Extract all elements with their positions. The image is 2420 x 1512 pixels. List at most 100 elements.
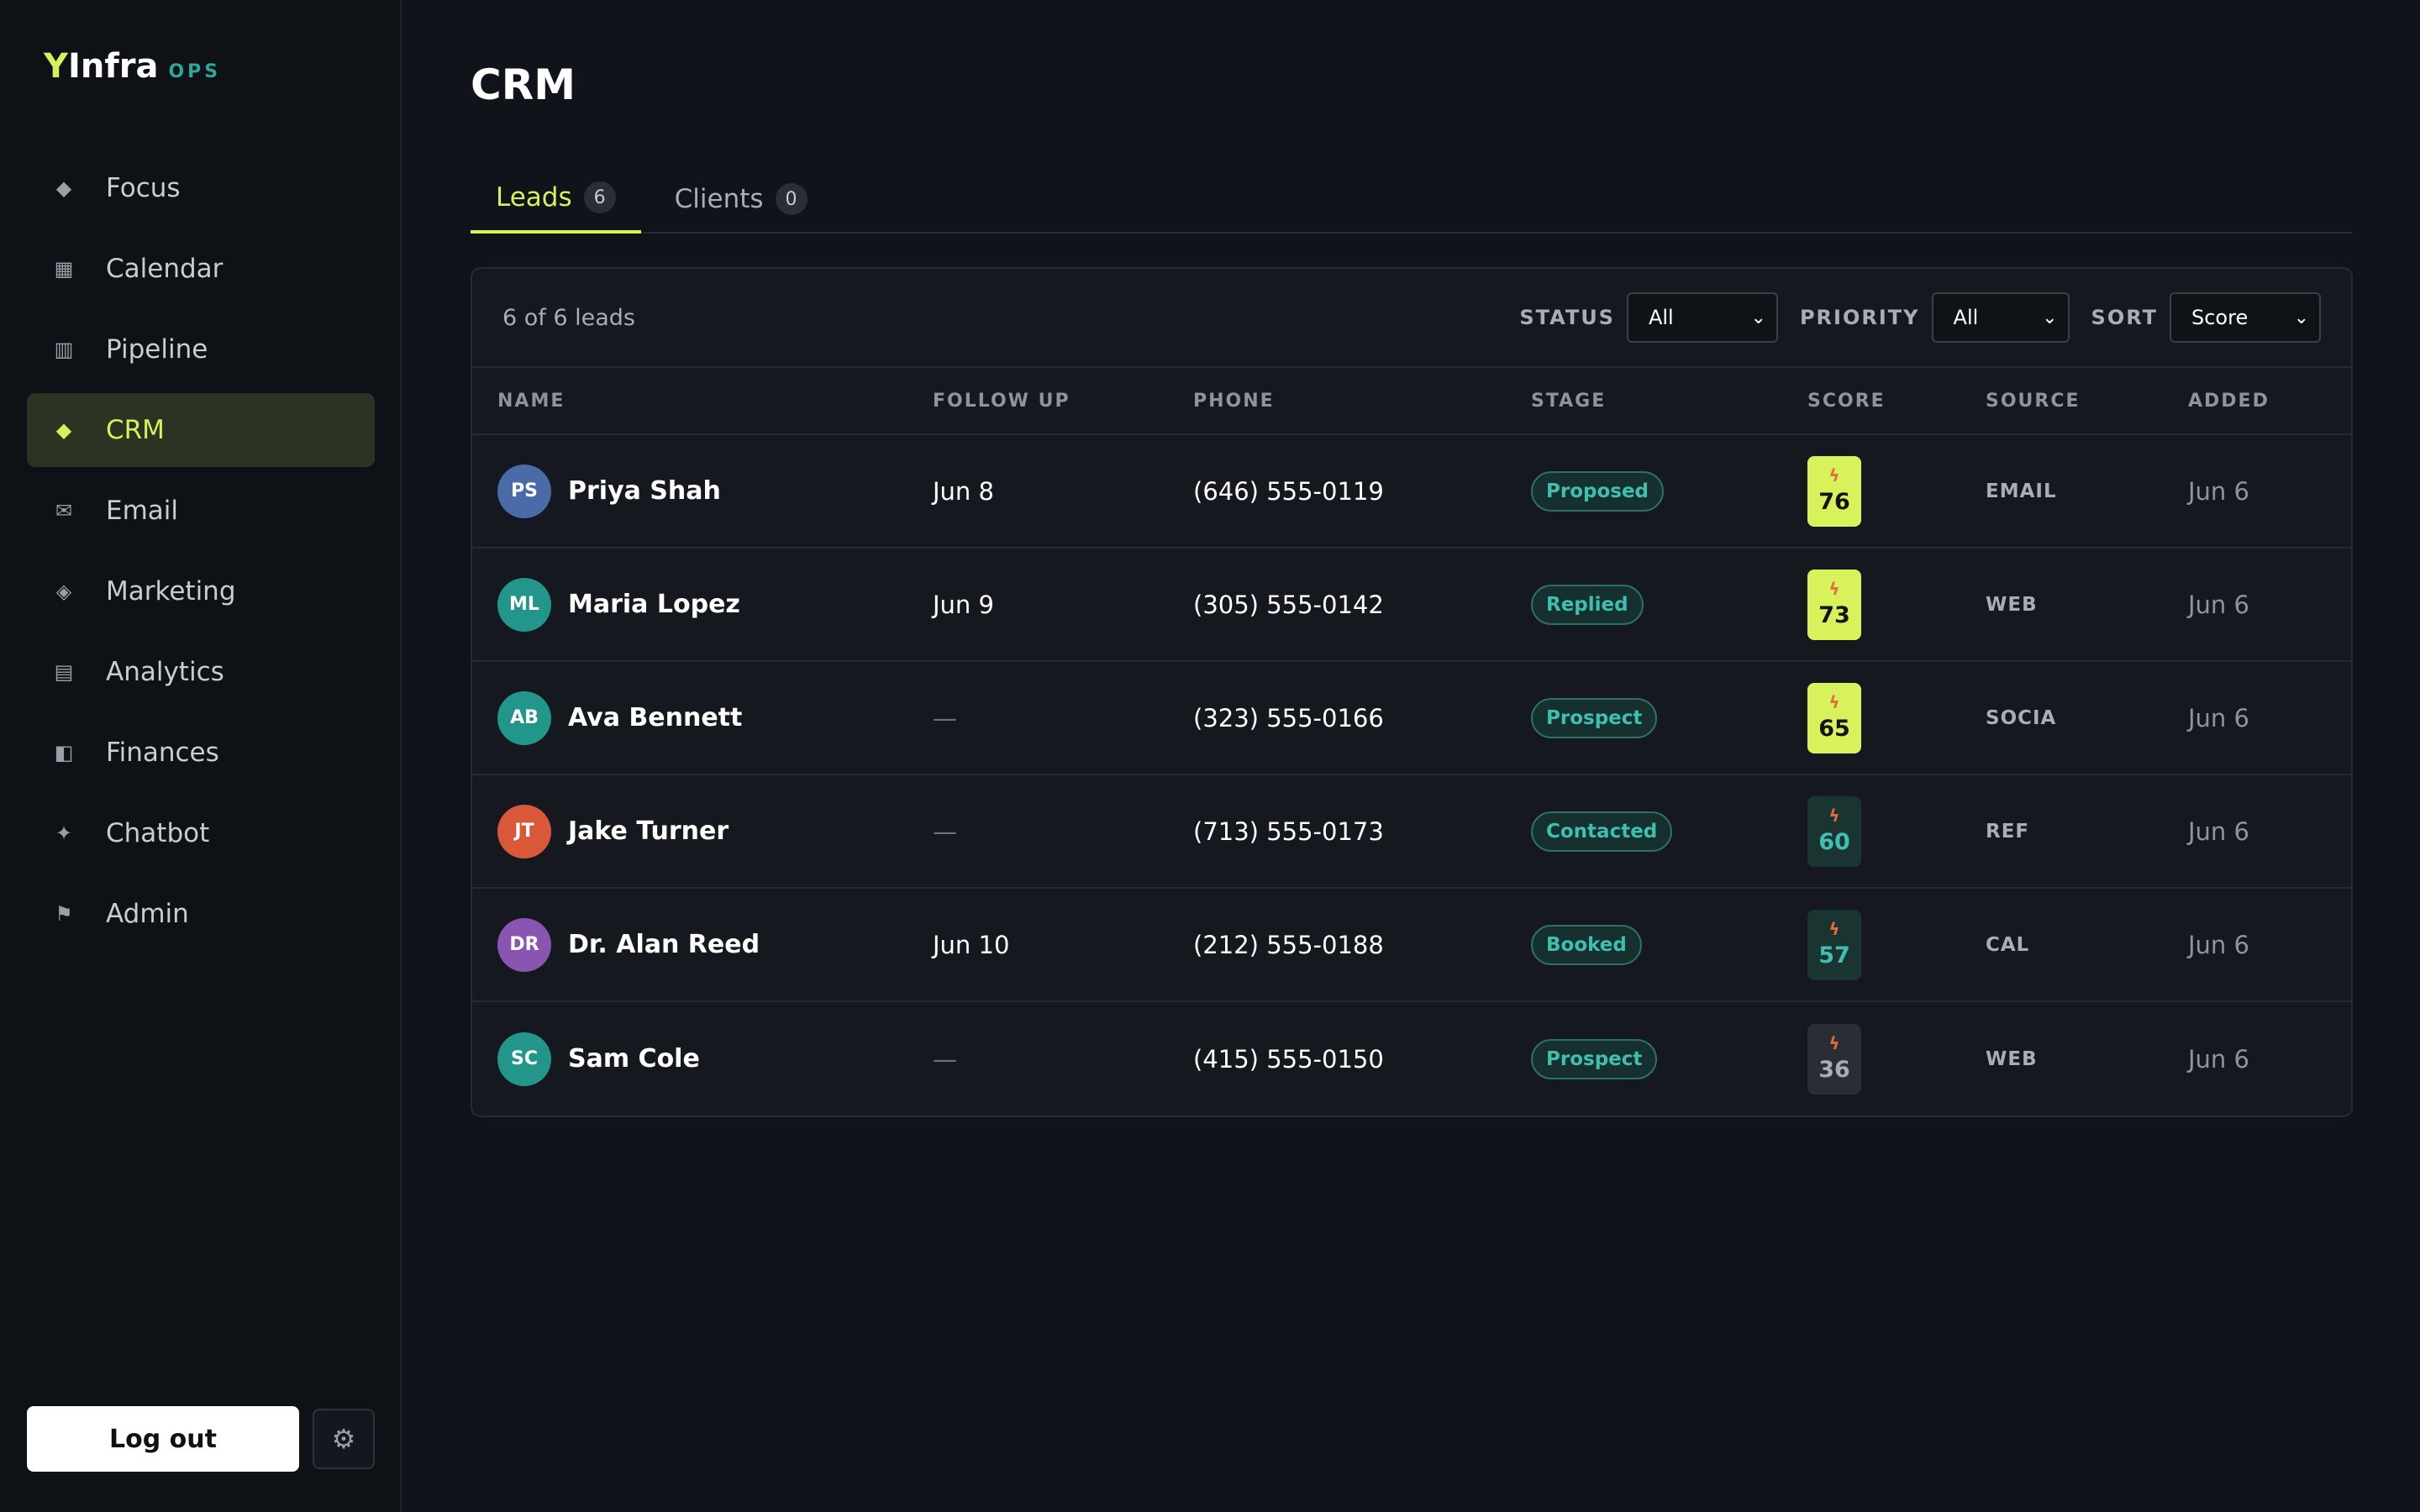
sidebar-item-label: Focus <box>106 173 181 203</box>
column-header-score[interactable]: SCORE <box>1807 391 1986 412</box>
stage-cell: Replied <box>1531 584 1807 625</box>
leads-table-body: PS Priya Shah Jun 8 (646) 555-0119 Proposed ϟ… <box>472 435 2351 1116</box>
bolt-icon: ϟ <box>1828 692 1840 712</box>
follow-up-date: Jun 10 <box>933 930 1010 959</box>
logo-mark: Y <box>44 47 68 86</box>
sidebar-item-finances[interactable]: ◧ Finances <box>27 716 375 790</box>
pipeline-icon: ▥ <box>54 338 74 361</box>
diamond-icon: ◆ <box>55 176 72 200</box>
sidebar-item-crm[interactable]: ◆ CRM <box>27 393 375 467</box>
table-row[interactable]: JT Jake Turner — (713) 555-0173 Contacted ϟ 60… <box>472 775 2351 889</box>
score-value: 36 <box>1818 1057 1850 1083</box>
sidebar-item-label: Admin <box>106 899 189 929</box>
lead-name[interactable]: Priya Shah <box>568 476 721 506</box>
sidebar-item-chatbot[interactable]: ✦ Chatbot <box>27 796 375 870</box>
logo-name: Infra <box>67 47 159 86</box>
phone-number: (212) 555-0188 <box>1193 930 1384 959</box>
sort-select-value: Score <box>2191 306 2249 329</box>
sidebar-item-pipeline[interactable]: ▥ Pipeline <box>27 312 375 386</box>
lead-name-cell: DR Dr. Alan Reed <box>497 917 933 972</box>
lead-name-cell: JT Jake Turner <box>497 804 933 858</box>
avatar: PS <box>497 464 551 518</box>
column-header-added[interactable]: ADDED <box>2188 391 2270 412</box>
gear-icon: ⚙ <box>331 1423 356 1455</box>
sidebar-item-admin[interactable]: ⚑ Admin <box>27 877 375 951</box>
lead-name[interactable]: Dr. Alan Reed <box>568 930 760 959</box>
table-row[interactable]: PS Priya Shah Jun 8 (646) 555-0119 Proposed ϟ… <box>472 435 2351 549</box>
stage-badge: Contacted <box>1531 811 1673 852</box>
table-row[interactable]: DR Dr. Alan Reed Jun 10 (212) 555-0188 Booke… <box>472 889 2351 1002</box>
score-cell: ϟ 36 <box>1807 1023 1986 1095</box>
table-row[interactable]: SC Sam Cole — (415) 555-0150 Prospect ϟ 36 WEB J… <box>472 1002 2351 1116</box>
column-header-stage[interactable]: STAGE <box>1531 391 1807 412</box>
stage-cell: Contacted <box>1531 811 1807 852</box>
sidebar-item-label: Calendar <box>106 254 224 284</box>
avatar: DR <box>497 917 551 972</box>
tab-leads-count: 6 <box>583 181 616 213</box>
marketing-icon: ◈ <box>55 580 72 603</box>
tab-leads-label: Leads <box>496 182 572 213</box>
bolt-icon: ϟ <box>1828 579 1840 599</box>
score-cell: ϟ 73 <box>1807 569 1986 640</box>
tab-clients-count: 0 <box>775 183 808 215</box>
sidebar-item-analytics[interactable]: ▤ Analytics <box>27 635 375 709</box>
stage-cell: Booked <box>1531 924 1807 965</box>
column-header-source[interactable]: SOURCE <box>1986 391 2188 412</box>
lead-name[interactable]: Sam Cole <box>568 1044 700 1074</box>
stage-badge: Booked <box>1531 924 1642 965</box>
crm-icon: ◆ <box>55 418 72 442</box>
score-badge: ϟ 60 <box>1807 795 1861 867</box>
chevron-down-icon: ⌄ <box>1750 307 1766 328</box>
score-cell: ϟ 60 <box>1807 795 1986 867</box>
chevron-down-icon: ⌄ <box>2042 307 2058 328</box>
sidebar-item-label: Finances <box>106 738 219 768</box>
score-badge: ϟ 65 <box>1807 682 1861 753</box>
date-added: Jun 6 <box>2188 816 2249 846</box>
date-added: Jun 6 <box>2188 703 2249 732</box>
sidebar: Y Infra OPS ◆ Focus ▦ Calendar ▥ Pipeline ◆ CRM… <box>0 0 402 1512</box>
bolt-icon: ϟ <box>1828 1033 1840 1053</box>
lead-source: WEB <box>1986 1047 2038 1070</box>
stage-badge: Proposed <box>1531 470 1665 512</box>
column-header-phone[interactable]: PHONE <box>1193 391 1531 412</box>
lead-name[interactable]: Jake Turner <box>568 816 729 846</box>
score-badge: ϟ 73 <box>1807 569 1861 640</box>
sidebar-item-email[interactable]: ✉ Email <box>27 474 375 548</box>
tab-leads[interactable]: Leads 6 <box>471 165 641 234</box>
status-select-value: All <box>1648 306 1674 329</box>
tab-clients[interactable]: Clients 0 <box>650 165 833 234</box>
score-cell: ϟ 57 <box>1807 909 1986 980</box>
lead-source: EMAIL <box>1986 480 2057 502</box>
sidebar-item-calendar[interactable]: ▦ Calendar <box>27 232 375 306</box>
status-select[interactable]: All ⌄ <box>1626 292 1778 343</box>
score-badge: ϟ 76 <box>1807 455 1861 527</box>
leads-panel: 6 of 6 leads STATUS All ⌄ PRIORITY All ⌄… <box>471 267 2353 1117</box>
priority-select[interactable]: All ⌄ <box>1931 292 2070 343</box>
lead-name-cell: SC Sam Cole <box>497 1032 933 1086</box>
sidebar-item-marketing[interactable]: ◈ Marketing <box>27 554 375 628</box>
sidebar-item-focus[interactable]: ◆ Focus <box>27 151 375 225</box>
mail-icon: ✉ <box>55 499 73 522</box>
avatar: ML <box>497 577 551 632</box>
column-header-name[interactable]: NAME <box>497 391 933 412</box>
column-header-follow-up[interactable]: FOLLOW UP <box>933 391 1193 412</box>
sidebar-nav: ◆ Focus ▦ Calendar ▥ Pipeline ◆ CRM ✉ Email ◈ Marke… <box>27 151 375 958</box>
logout-button[interactable]: Log out <box>27 1406 299 1472</box>
table-row[interactable]: ML Maria Lopez Jun 9 (305) 555-0142 Replied ϟ… <box>472 549 2351 662</box>
date-added: Jun 6 <box>2188 1044 2249 1074</box>
lead-name[interactable]: Maria Lopez <box>568 590 740 619</box>
table-row[interactable]: AB Ava Bennett — (323) 555-0166 Prospect ϟ 65 S… <box>472 662 2351 775</box>
stage-badge: Prospect <box>1531 697 1658 738</box>
table-header: NAME FOLLOW UP PHONE STAGE SCORE SOURCE … <box>472 368 2351 435</box>
settings-button[interactable]: ⚙ <box>313 1409 375 1469</box>
avatar: JT <box>497 804 551 858</box>
flag-icon: ⚑ <box>55 902 73 926</box>
logo[interactable]: Y Infra OPS <box>44 47 221 86</box>
follow-up-date: — <box>933 703 957 732</box>
lead-name[interactable]: Ava Bennett <box>568 703 742 732</box>
sort-select[interactable]: Score ⌄ <box>2170 292 2321 343</box>
score-cell: ϟ 76 <box>1807 455 1986 527</box>
sparkle-icon: ✦ <box>55 822 73 845</box>
avatar: SC <box>497 1032 551 1086</box>
follow-up-date: — <box>933 1044 957 1074</box>
